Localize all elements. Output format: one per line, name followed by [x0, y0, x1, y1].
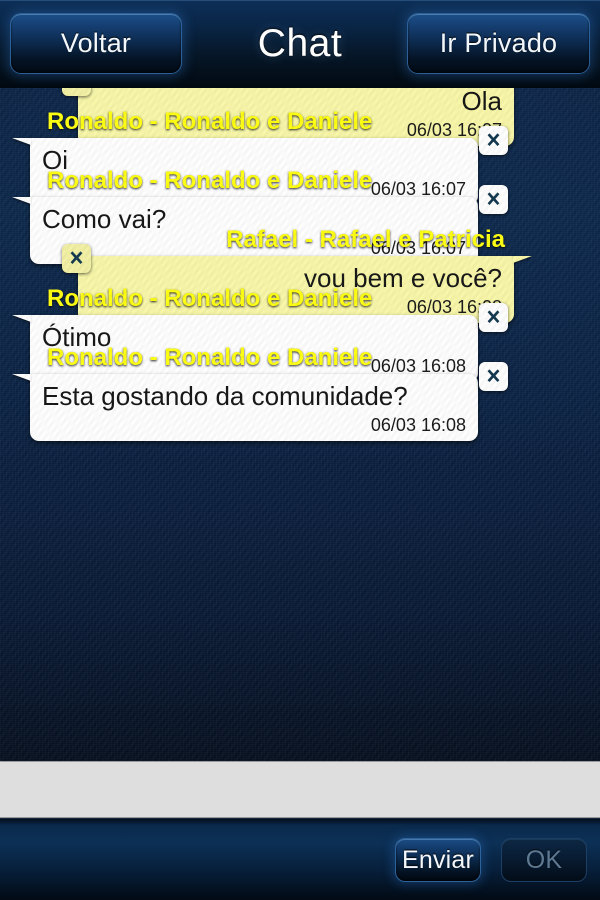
header-bar: Voltar Chat Ir Privado: [0, 0, 600, 88]
back-button-label: Voltar: [60, 28, 132, 58]
delete-message-button[interactable]: [62, 244, 91, 273]
bubble-tail-icon: [513, 88, 532, 101]
message-input-container[interactable]: [0, 761, 600, 818]
message-sender: Ronaldo - Ronaldo e Daniele: [47, 344, 373, 371]
send-button-label: Enviar: [401, 845, 475, 874]
bubble-tail-icon: [12, 315, 31, 337]
message-text: Esta gostando da comunidade?: [42, 381, 408, 411]
message-bubble[interactable]: Esta gostando da comunidade? 06/03 16:08: [12, 374, 478, 441]
close-x-icon: [484, 367, 503, 386]
message-list[interactable]: Ola 06/03 16:07 Ronaldo - Ronaldo e Daniel…: [0, 88, 600, 761]
message-sender: Ronaldo - Ronaldo e Daniele: [47, 108, 373, 135]
delete-message-button[interactable]: [479, 303, 508, 332]
ok-button-label: OK: [525, 845, 563, 874]
delete-message-button[interactable]: [479, 185, 508, 214]
delete-message-button[interactable]: [62, 88, 91, 96]
go-private-button-label: Ir Privado: [439, 28, 558, 58]
bubble-tail-icon: [513, 256, 532, 278]
close-x-icon: [67, 249, 86, 268]
close-x-icon: [484, 190, 503, 209]
message-sender: Rafael - Rafael e Patricia: [226, 226, 505, 253]
delete-message-button[interactable]: [479, 126, 508, 155]
footer-bar: Enviar OK: [0, 818, 600, 900]
ok-button[interactable]: OK: [501, 838, 587, 882]
back-button[interactable]: Voltar: [10, 13, 182, 74]
close-x-icon: [484, 308, 503, 327]
message-sender: Ronaldo - Ronaldo e Daniele: [47, 285, 373, 312]
message-timestamp: 06/03 16:08: [370, 415, 466, 435]
bubble-tail-icon: [12, 197, 31, 219]
delete-message-button[interactable]: [479, 362, 508, 391]
bubble-tail-icon: [12, 138, 31, 160]
go-private-button[interactable]: Ir Privado: [407, 13, 590, 74]
chat-screen: Voltar Chat Ir Privado Ola 06/03 16:07 Ron…: [0, 0, 600, 900]
message-input[interactable]: [0, 762, 600, 817]
send-button[interactable]: Enviar: [395, 838, 481, 882]
bubble-tail-icon: [12, 374, 31, 396]
close-x-icon: [67, 88, 86, 91]
message-row: Ronaldo - Ronaldo e Daniele Esta gostando…: [0, 344, 600, 441]
message-sender: Ronaldo - Ronaldo e Daniele: [47, 167, 373, 194]
close-x-icon: [484, 131, 503, 150]
